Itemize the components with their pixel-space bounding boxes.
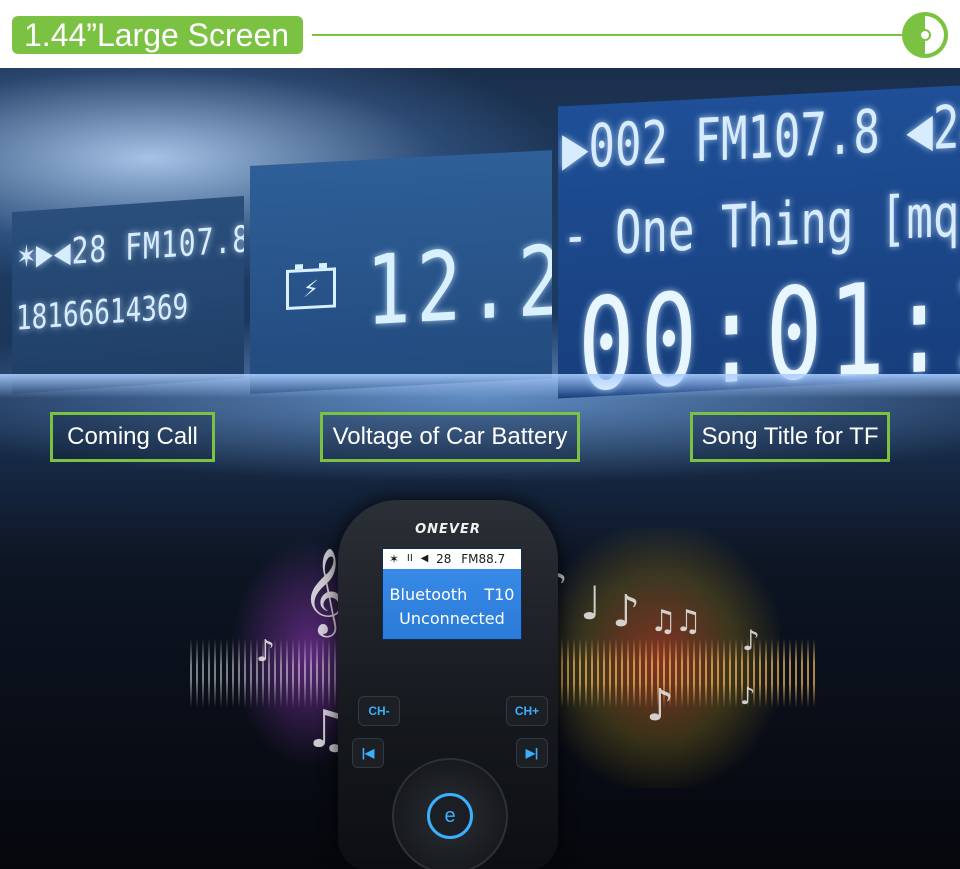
volume-level: 28: [436, 552, 452, 566]
music-note-icon: ♪: [256, 634, 276, 669]
bluetooth-label: Bluetooth: [389, 585, 468, 604]
panel-glow: [0, 374, 960, 398]
product-page: 1.44”Large Screen ✶▶◀28 FM107.8 18166614…: [0, 0, 960, 869]
ch-minus-button[interactable]: CH-: [358, 696, 400, 726]
music-note-icon: ♪: [740, 682, 756, 710]
bolt-icon: ⚡: [303, 273, 319, 305]
hero-stage: ✶▶◀28 FM107.8 18166614369 ⚡ 12.2 ▶002 FM…: [0, 68, 960, 869]
sound-wave-right: [555, 638, 815, 708]
model-label: T10: [484, 585, 515, 604]
music-notes-icon: ♫♫: [650, 604, 702, 639]
call-phone-number: 18166614369: [16, 287, 189, 339]
header-divider: [312, 34, 908, 36]
disc-center: [919, 29, 931, 41]
panel-coming-call: ✶▶◀28 FM107.8 18166614369: [12, 195, 244, 395]
voltage-value: 12.2: [366, 225, 552, 348]
device-screen-line-1: Bluetooth T10: [383, 585, 521, 604]
song-line-1: ▶002 FM107.8 ◀28: [562, 92, 960, 184]
panel-voltage: ⚡ 12.2: [250, 150, 552, 394]
bluetooth-icon: ✶: [389, 552, 400, 566]
music-note-icon: ♪: [612, 586, 641, 637]
device-screen: ✶ II ◀ 28 FM88.7 Bluetooth T10 Unconnect…: [382, 548, 522, 640]
device-brand: ONEVER: [415, 522, 481, 537]
music-note-icon: ♩: [580, 576, 602, 630]
fm-transmitter-device: ONEVER ✶ II ◀ 28 FM88.7 Bluetooth T10 Un…: [338, 500, 558, 869]
volume-icon: ◀: [420, 553, 429, 564]
previous-track-button[interactable]: |◀: [352, 738, 384, 768]
music-note-icon: ♪: [742, 624, 760, 657]
frequency: FM88.7: [461, 552, 506, 566]
battery-icon: ⚡: [286, 267, 336, 311]
next-track-button[interactable]: ▶|: [516, 738, 548, 768]
label-voltage: Voltage of Car Battery: [320, 412, 580, 462]
knob-logo-icon: e: [427, 793, 473, 839]
call-status-line: ✶▶◀28 FM107.8: [18, 217, 244, 277]
label-song-title: Song Title for TF: [690, 412, 890, 462]
label-coming-call: Coming Call: [50, 412, 215, 462]
ch-plus-button[interactable]: CH+: [506, 696, 548, 726]
music-note-icon: ♪: [646, 680, 675, 731]
pause-icon: II: [406, 553, 413, 564]
header-title: 1.44”Large Screen: [12, 16, 304, 54]
header: 1.44”Large Screen: [0, 0, 960, 68]
device-status-bar: ✶ II ◀ 28 FM88.7: [383, 549, 521, 569]
panel-song: ▶002 FM107.8 ◀28 - One Thing [mq 00:01:2…: [558, 85, 960, 399]
control-knob[interactable]: e: [392, 758, 508, 869]
disc-icon: [902, 12, 948, 58]
connection-status: Unconnected: [399, 609, 505, 628]
